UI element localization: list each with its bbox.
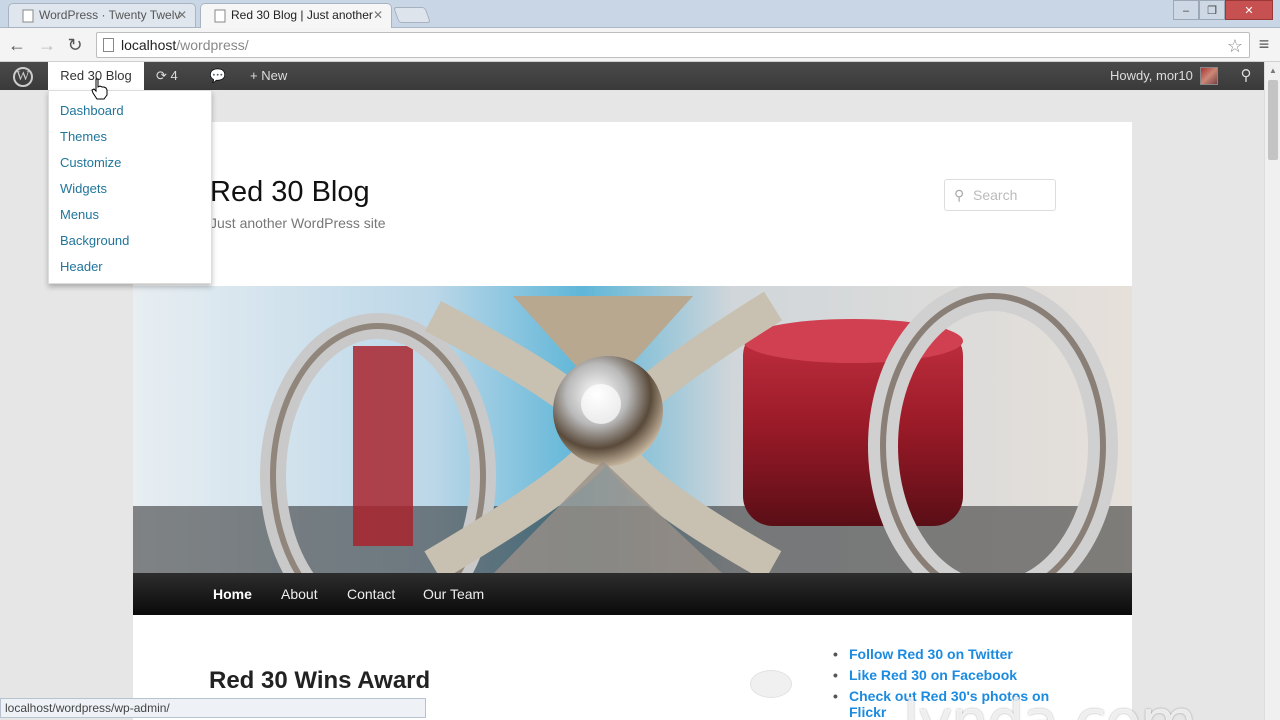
new-label: New [261, 68, 288, 83]
vertical-scrollbar[interactable]: ▲ [1264, 62, 1280, 720]
header-image [133, 286, 1132, 574]
scrollbar-thumb[interactable] [1268, 80, 1278, 160]
site-name-dropdown: Dashboard Themes Customize Widgets Menus… [48, 90, 212, 284]
site-title[interactable]: Red 30 Blog [210, 176, 370, 209]
forward-icon[interactable]: → [36, 34, 58, 56]
browser-tab-wordpress[interactable]: WordPress · Twenty Twelv ✕ [8, 3, 196, 28]
browser-toolbar: ← → ↻ localhost/wordpress/ ☆ [0, 28, 1280, 62]
close-window-button[interactable]: ✕ [1225, 0, 1273, 20]
url-host: localhost [121, 37, 177, 53]
page-viewport: Red 30 Blog Just another WordPress site … [0, 62, 1264, 720]
list-item: Follow Red 30 on Twitter [833, 646, 1079, 662]
widget-link-twitter[interactable]: Follow Red 30 on Twitter [849, 646, 1013, 662]
nav-our-team[interactable]: Our Team [423, 586, 484, 602]
url-path: /wordpress/ [176, 37, 249, 53]
hand-cursor-icon [91, 78, 108, 100]
lynda-watermark: lynda.com [903, 687, 1197, 720]
plus-icon: + [250, 68, 258, 83]
search-icon: ⚲ [954, 187, 965, 203]
updates-icon: ⟳ [156, 68, 167, 83]
maximize-button[interactable]: ❐ [1199, 0, 1225, 20]
dropdown-item-customize[interactable]: Customize [60, 155, 121, 170]
site-description: Just another WordPress site [210, 215, 386, 231]
admin-bar-new[interactable]: + New [250, 62, 287, 90]
updates-count: 4 [170, 68, 178, 83]
post-title[interactable]: Red 30 Wins Award [209, 667, 430, 695]
close-tab-icon[interactable]: ✕ [373, 4, 383, 27]
wordpress-logo-icon[interactable]: W [0, 62, 46, 90]
dropdown-item-background[interactable]: Background [60, 233, 129, 248]
page-icon [22, 9, 34, 23]
tab-title: Red 30 Blog | Just another [231, 8, 373, 22]
status-bar: localhost/wordpress/wp-admin/ [0, 698, 426, 718]
search-placeholder: Search [973, 187, 1018, 203]
admin-bar-updates[interactable]: ⟳ 4 [156, 62, 178, 90]
header-photo [133, 286, 1132, 574]
scroll-up-icon[interactable]: ▲ [1269, 66, 1277, 75]
minimize-button[interactable]: ‒ [1173, 0, 1199, 20]
nav-home[interactable]: Home [213, 586, 252, 602]
avatar[interactable] [1200, 67, 1218, 85]
admin-bar-howdy[interactable]: Howdy, mor10 [1110, 62, 1193, 90]
back-icon[interactable]: ← [6, 34, 28, 56]
dropdown-item-menus[interactable]: Menus [60, 207, 99, 222]
widget-link-facebook[interactable]: Like Red 30 on Facebook [849, 667, 1017, 683]
admin-bar-search-icon[interactable]: ⚲ [1234, 62, 1258, 90]
address-bar[interactable]: localhost/wordpress/ ☆ [96, 32, 1250, 58]
page-icon [214, 9, 226, 23]
tab-title: WordPress · Twenty Twelv [39, 8, 181, 22]
list-item: Like Red 30 on Facebook [833, 667, 1079, 683]
browser-menu-icon[interactable]: ≡ [1254, 34, 1274, 56]
dropdown-item-dashboard[interactable]: Dashboard [60, 103, 124, 118]
comment-bubble-icon[interactable] [750, 670, 792, 698]
page-icon [103, 38, 114, 52]
browser-tabstrip: WordPress · Twenty Twelv ✕ Red 30 Blog |… [0, 0, 1280, 29]
nav-about[interactable]: About [281, 586, 318, 602]
close-tab-icon[interactable]: ✕ [177, 4, 187, 27]
nav-contact[interactable]: Contact [347, 586, 395, 602]
dropdown-item-themes[interactable]: Themes [60, 129, 107, 144]
dropdown-item-widgets[interactable]: Widgets [60, 181, 107, 196]
site-page: Red 30 Blog Just another WordPress site … [133, 122, 1132, 720]
dropdown-item-header[interactable]: Header [60, 259, 103, 274]
reload-icon[interactable]: ↻ [64, 34, 86, 56]
comments-icon[interactable]: 💬 [208, 62, 228, 90]
browser-tab-red30[interactable]: Red 30 Blog | Just another ✕ [200, 3, 392, 29]
new-tab-button[interactable] [393, 7, 431, 23]
search-input[interactable]: ⚲ Search [944, 179, 1056, 211]
main-navigation: Home About Contact Our Team [133, 573, 1132, 615]
wp-admin-bar: W Red 30 Blog ⟳ 4 💬 + New Howdy, mor10 ⚲ [0, 62, 1264, 90]
bookmark-star-icon[interactable]: ☆ [1227, 34, 1243, 58]
